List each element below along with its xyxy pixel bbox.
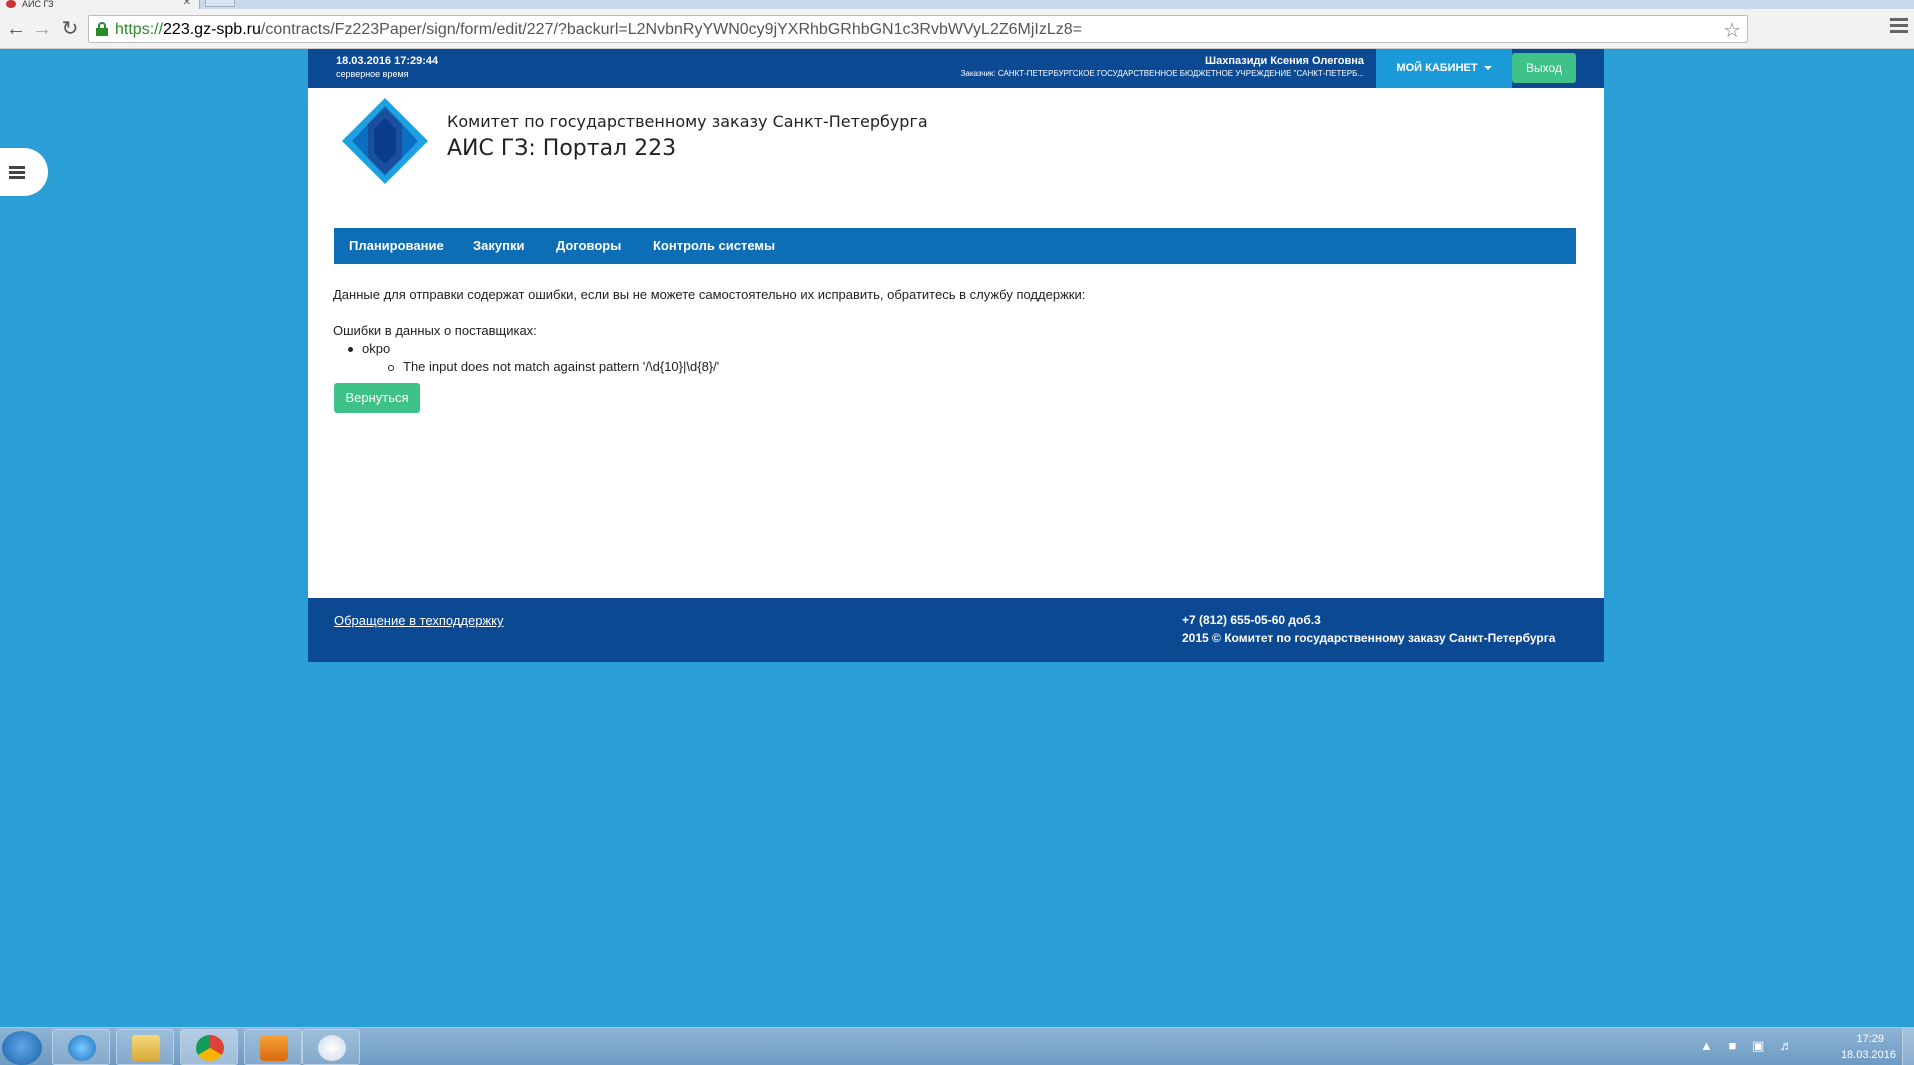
show-desktop-button[interactable]: [1902, 1028, 1914, 1065]
portal-logo: [342, 98, 428, 184]
errors-heading: Ошибки в данных о поставщиках:: [333, 323, 537, 338]
portal-title: АИС ГЗ: Портал 223: [447, 136, 677, 161]
url-text[interactable]: https://223.gz-spb.ru/contracts/Fz223Pap…: [115, 21, 1082, 39]
organization-name: Комитет по государственному заказу Санкт…: [447, 112, 928, 131]
new-tab-button[interactable]: [205, 0, 235, 7]
back-arrow-icon[interactable]: ←: [4, 17, 28, 41]
copyright: 2015 © Комитет по государственному заказ…: [1182, 631, 1556, 645]
nav-item-purchases[interactable]: Закупки: [473, 228, 524, 264]
chrome-icon[interactable]: [180, 1029, 238, 1065]
user-name: Шахпазиди Ксения Олеговна: [1205, 55, 1364, 67]
tab-favicon-icon: [6, 0, 16, 8]
side-menu-toggle[interactable]: [0, 148, 48, 196]
browser-tab-strip: АИС ГЗ ✕: [0, 0, 1914, 9]
forward-arrow-icon[interactable]: →: [30, 17, 54, 41]
main-navigation: Планирование Закупки Договоры Контроль с…: [334, 228, 1576, 264]
lock-icon: [96, 22, 108, 36]
browser-toolbar: ← → ↻ https://223.gz-spb.ru/contracts/Fz…: [0, 9, 1914, 49]
chrome-menu-icon[interactable]: [1890, 18, 1908, 36]
internet-explorer-icon[interactable]: [52, 1029, 110, 1065]
error-detail-item: The input does not match against pattern…: [388, 359, 719, 374]
start-button[interactable]: [2, 1031, 42, 1065]
address-bar[interactable]: https://223.gz-spb.ru/contracts/Fz223Pap…: [88, 15, 1748, 43]
clock-time[interactable]: 17:29: [1856, 1033, 1884, 1045]
nav-item-contracts[interactable]: Договоры: [556, 228, 621, 264]
my-cabinet-label: МОЙ КАБИНЕТ: [1396, 62, 1478, 74]
footer: Обращение в техподдержку +7 (812) 655-05…: [308, 598, 1604, 662]
snipping-tool-icon[interactable]: [302, 1029, 360, 1065]
back-button[interactable]: Вернуться: [334, 383, 420, 413]
windows-taskbar: ▲ ■ ▣ ♬ 17:29 18.03.2016: [0, 1027, 1914, 1065]
nav-item-planning[interactable]: Планирование: [349, 228, 444, 264]
system-tray: ▲ ■ ▣ ♬ 17:29 18.03.2016: [1700, 1028, 1900, 1065]
clock-date[interactable]: 18.03.2016: [1841, 1049, 1896, 1061]
logout-button[interactable]: Выход: [1512, 53, 1576, 83]
browser-tab[interactable]: АИС ГЗ ✕: [0, 0, 200, 9]
error-field-name: okpo: [362, 341, 391, 356]
tab-title: АИС ГЗ: [22, 0, 54, 9]
error-message: Данные для отправки содержат ошибки, есл…: [333, 287, 1086, 302]
customer-name: Заказчик: САНКТ-ПЕТЕРБУРГСКОЕ ГОСУДАРСТВ…: [960, 69, 1364, 78]
nav-item-system-control[interactable]: Контроль системы: [653, 228, 775, 264]
file-explorer-icon[interactable]: [116, 1029, 174, 1065]
portal-container: 18.03.2016 17:29:44 серверное время Шахп…: [308, 49, 1604, 662]
caret-down-icon: [1483, 66, 1492, 71]
error-field-item: okpo: [348, 341, 390, 356]
media-player-icon[interactable]: [244, 1029, 302, 1065]
tray-icons[interactable]: ▲ ■ ▣ ♬: [1700, 1038, 1799, 1054]
my-cabinet-dropdown[interactable]: МОЙ КАБИНЕТ: [1376, 49, 1512, 88]
server-datetime: 18.03.2016 17:29:44: [336, 55, 439, 67]
main-content: Комитет по государственному заказу Санкт…: [308, 88, 1604, 598]
support-link[interactable]: Обращение в техподдержку: [334, 613, 504, 628]
reload-icon[interactable]: ↻: [58, 17, 82, 41]
top-bar: 18.03.2016 17:29:44 серверное время Шахп…: [308, 49, 1604, 88]
bookmark-star-icon[interactable]: ☆: [1723, 18, 1741, 43]
tab-close-icon[interactable]: ✕: [183, 0, 191, 8]
support-phone: +7 (812) 655-05-60 доб.3: [1182, 613, 1321, 627]
server-time-caption: серверное время: [336, 69, 409, 79]
error-detail-text: The input does not match against pattern…: [403, 359, 720, 374]
